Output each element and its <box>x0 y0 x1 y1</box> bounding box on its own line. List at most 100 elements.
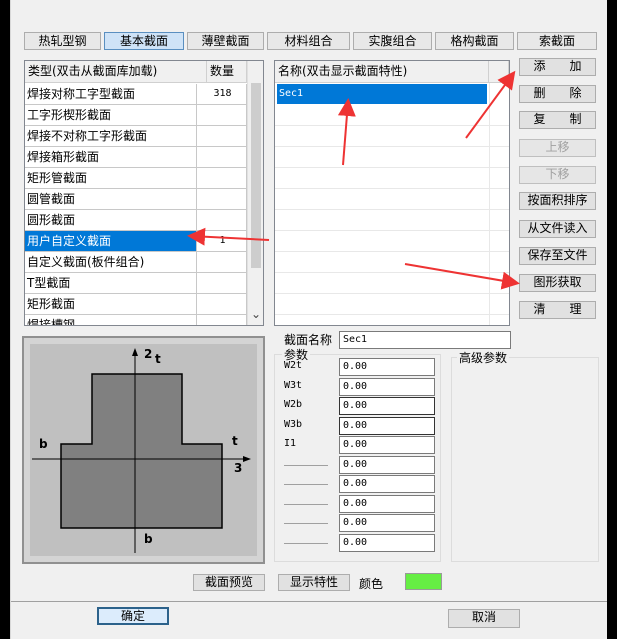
section-type-row[interactable]: 工字形楔形截面 <box>25 105 247 126</box>
param-label-blank <box>284 503 328 505</box>
section-type-row[interactable]: T型截面 <box>25 273 247 294</box>
tab-5[interactable]: 格构截面 <box>435 32 514 50</box>
grid-line <box>275 251 509 252</box>
tab-2[interactable]: 薄壁截面 <box>187 32 264 50</box>
move-up-button[interactable]: 上移 <box>519 139 596 157</box>
param-input[interactable]: 0.00 <box>339 533 435 552</box>
section-type-name: 圆管截面 <box>25 189 197 210</box>
section-type-row[interactable]: 用户自定义截面 1 <box>25 231 247 252</box>
section-type-list[interactable]: 类型(双击从截面库加载) 数量 焊接对称工字型截面 318 工字形楔形截面 焊接不对称… <box>24 60 264 326</box>
section-type-count <box>197 147 247 168</box>
section-type-name: 工字形楔形截面 <box>25 105 197 126</box>
advanced-params-title: 高级参数 <box>457 349 510 366</box>
save-to-file-button[interactable]: 保存至文件 <box>519 247 596 265</box>
advanced-params-group <box>451 357 599 562</box>
section-type-name: 圆形截面 <box>25 210 197 231</box>
section-type-row[interactable]: 自定义截面(板件组合) <box>25 252 247 273</box>
preview-label-b-left: b <box>39 437 48 451</box>
move-down-button[interactable]: 下移 <box>519 166 596 184</box>
tab-1[interactable]: 基本截面 <box>104 32 184 50</box>
param-input[interactable]: 0.00 <box>339 397 435 415</box>
param-input[interactable]: 0.00 <box>339 494 435 513</box>
bottom-separator <box>11 601 607 602</box>
param-label-blank <box>284 484 328 485</box>
section-type-name: 矩形截面 <box>25 294 197 315</box>
section-type-name: 焊接对称工字型截面 <box>25 84 197 105</box>
section-type-count <box>197 252 247 273</box>
param-label: W2t <box>284 360 303 371</box>
copy-button[interactable]: 复 制 <box>519 111 596 129</box>
name-list-item-sec1[interactable]: Sec1 <box>277 84 487 104</box>
add-button[interactable]: 添 加 <box>519 58 596 76</box>
section-type-row[interactable]: 圆管截面 <box>25 189 247 210</box>
delete-button[interactable]: 删 除 <box>519 85 596 103</box>
tab-6[interactable]: 索截面 <box>517 32 597 50</box>
load-from-file-button[interactable]: 从文件读入 <box>519 220 596 238</box>
preview-label-axis2: 2 <box>144 347 152 361</box>
param-input[interactable]: 0.00 <box>339 358 435 376</box>
vertical-scrollbar[interactable]: ⌄ <box>247 61 263 325</box>
column-header-type[interactable]: 类型(双击从截面库加载) <box>25 61 207 83</box>
tab-3[interactable]: 材料组合 <box>267 32 350 50</box>
section-type-row[interactable]: 焊接对称工字型截面 318 <box>25 84 247 105</box>
param-label-blank <box>284 464 328 466</box>
section-type-name: 矩形管截面 <box>25 168 197 189</box>
section-type-row[interactable]: 焊接箱形截面 <box>25 147 247 168</box>
grid-line-vertical <box>489 83 490 325</box>
section-type-count: 1 <box>197 231 247 252</box>
ok-button[interactable]: 确定 <box>97 607 169 625</box>
section-type-name: 焊接箱形截面 <box>25 147 197 168</box>
preview-label-t-top: t <box>155 352 161 366</box>
section-type-count <box>197 189 247 210</box>
section-type-row[interactable]: 圆形截面 <box>25 210 247 231</box>
param-input[interactable]: 0.00 <box>339 436 435 454</box>
scrollbar-thumb[interactable] <box>251 83 261 268</box>
preview-label-axis3: 3 <box>234 461 242 475</box>
section-preview-frame: 2 t b t 3 b <box>22 336 265 564</box>
show-properties-button[interactable]: 显示特性 <box>278 574 350 591</box>
tab-0[interactable]: 热轧型钢 <box>24 32 101 50</box>
section-type-name: 用户自定义截面 <box>25 231 197 252</box>
grid-line <box>275 230 509 231</box>
param-input[interactable]: 0.00 <box>339 455 435 474</box>
cancel-button[interactable]: 取消 <box>448 609 520 628</box>
param-label: W2b <box>284 399 303 410</box>
grid-line <box>275 314 509 315</box>
clear-button[interactable]: 清 理 <box>519 301 596 319</box>
tab-4[interactable]: 实腹组合 <box>353 32 432 50</box>
section-type-row[interactable]: 矩形管截面 <box>25 168 247 189</box>
section-name-list[interactable]: 名称(双击显示截面特性) Sec1 <box>274 60 510 326</box>
color-swatch[interactable] <box>405 573 442 590</box>
section-type-name: 焊接不对称工字形截面 <box>25 126 197 147</box>
section-type-name: 自定义截面(板件组合) <box>25 252 197 273</box>
section-type-count <box>197 105 247 126</box>
param-input[interactable]: 0.00 <box>339 377 435 396</box>
section-type-row[interactable]: 焊接不对称工字形截面 <box>25 126 247 147</box>
section-type-row[interactable]: 矩形截面 <box>25 294 247 315</box>
param-input[interactable]: 0.00 <box>339 514 435 532</box>
column-header-blank <box>489 61 509 83</box>
param-label: I1 <box>284 438 297 449</box>
grid-line <box>275 125 509 126</box>
section-dialog: 热轧型钢 基本截面 薄壁截面 材料组合 实腹组合 格构截面 索截面 类型(双击从截面库加载)… <box>10 0 607 639</box>
section-type-count: 318 <box>197 84 247 105</box>
section-type-row[interactable]: 焊接槽钢 <box>25 315 247 325</box>
param-label: W3b <box>284 418 303 430</box>
grid-line <box>275 188 509 189</box>
param-input[interactable]: 0.00 <box>339 475 435 493</box>
column-header-name[interactable]: 名称(双击显示截面特性) <box>275 61 489 83</box>
section-preview-button[interactable]: 截面预览 <box>193 574 265 591</box>
column-header-count[interactable]: 数量 <box>207 61 247 83</box>
param-input[interactable]: 0.00 <box>339 416 435 435</box>
grid-line <box>275 209 509 210</box>
section-name-input[interactable]: Sec1 <box>339 331 511 349</box>
param-label-blank <box>284 542 328 544</box>
sort-by-area-button[interactable]: 按面积排序 <box>519 192 596 210</box>
param-label-blank <box>284 523 328 524</box>
scroll-down-icon[interactable]: ⌄ <box>250 307 262 321</box>
section-type-count <box>197 315 247 325</box>
section-preview-canvas: 2 t b t 3 b <box>30 344 257 556</box>
section-type-name: T型截面 <box>25 273 197 294</box>
grid-line <box>275 293 509 294</box>
shape-capture-button[interactable]: 图形获取 <box>519 274 596 292</box>
